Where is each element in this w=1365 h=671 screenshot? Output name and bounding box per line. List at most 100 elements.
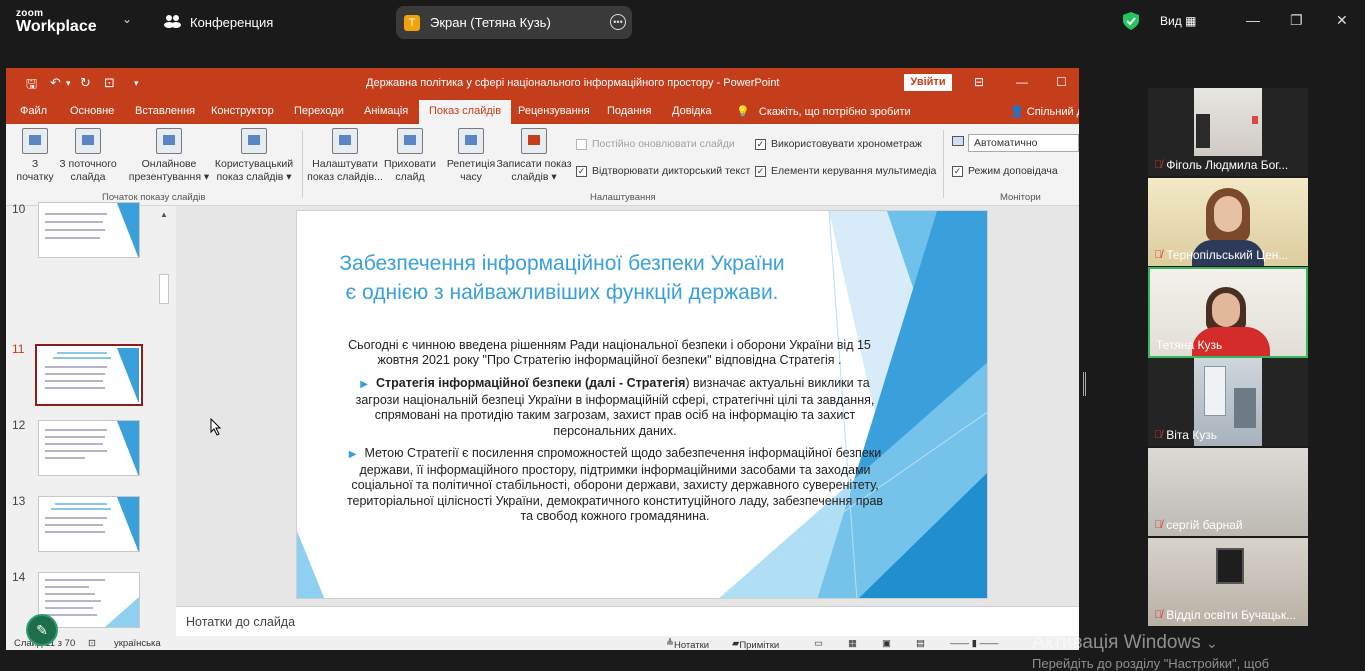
view-menu-button[interactable]: Вид ▦ [1160, 14, 1196, 28]
zoom-slider[interactable]: —— ▮ —— [950, 638, 999, 649]
pen-icon: ✎ [36, 621, 48, 638]
custom-show-button[interactable]: Користувацький показ слайдів ▾ [210, 128, 298, 184]
bullet-1-bold: Стратегія інформаційної безпеки (далі - … [376, 376, 686, 390]
chevron-down-icon[interactable]: ⌄ [122, 12, 132, 26]
signin-button[interactable]: Увійти [904, 74, 952, 91]
thumb-text-line [45, 614, 97, 616]
group-monitors-label: Монітори [1000, 192, 1041, 203]
participant-name: 🎙̸ Тернопільський Цен... [1154, 248, 1304, 262]
rehearse-timings-button[interactable]: Репетиція часу [444, 128, 498, 184]
tab-view[interactable]: Подання [607, 105, 651, 117]
use-timings-checkbox[interactable]: ✓ Використовувати хронометраж [755, 138, 922, 150]
panel-splitter[interactable] [1083, 372, 1086, 396]
participant-tile[interactable]: 🎙̸ Відділ освіти Бучацьк... [1148, 538, 1308, 626]
icon-picture [1216, 548, 1244, 584]
ribbon-separator [943, 130, 944, 198]
tab-insert[interactable]: Вставлення [135, 105, 195, 117]
present-online-label-2: презентування ▾ [128, 171, 210, 183]
comments-toggle[interactable]: ▰ Примітки [732, 638, 779, 650]
notes-toggle[interactable]: ≜ Нотатки [666, 638, 709, 650]
ribbon-display-icon[interactable]: ⊟ [974, 75, 984, 89]
minimize-icon[interactable]: — [1246, 12, 1260, 28]
thumbnail-content [39, 348, 139, 402]
tab-help[interactable]: Довідка [672, 105, 712, 117]
thumb-title-line [57, 352, 107, 354]
present-online-button[interactable]: Онлайнове презентування ▾ [126, 128, 212, 184]
maximize-icon[interactable]: ☐ [1056, 75, 1067, 89]
scrollbar-thumb[interactable] [159, 274, 169, 304]
presenter-view-checkbox[interactable]: ✓ Режим доповідача [952, 165, 1058, 177]
spelling-icon[interactable]: ⊡ [88, 638, 96, 649]
hide-slide-button[interactable]: Приховати слайд [382, 128, 438, 184]
thumbnails-scrollbar[interactable]: ▲ [157, 208, 171, 636]
participant-tile[interactable]: 🎙̸ Тернопільський Цен... [1148, 178, 1308, 266]
participant-video [1194, 88, 1262, 156]
save-icon[interactable]: 🖫 [26, 75, 37, 97]
play-narrations-label: Відтворювати дикторський текст [592, 165, 751, 177]
minimize-icon[interactable]: — [1016, 75, 1028, 89]
participant-figure [1196, 114, 1210, 148]
from-current-label-2: слайда [70, 171, 106, 183]
record-show-button[interactable]: Записати показ слайдів ▾ [496, 128, 572, 184]
setup-show-button[interactable]: Налаштувати показ слайдів... [306, 128, 384, 184]
slide-thumbnail-selected[interactable] [35, 344, 143, 406]
language-indicator[interactable]: українська [114, 638, 161, 649]
customize-toolbar-icon[interactable]: ▾ [134, 78, 139, 89]
annotate-pen-button[interactable]: ✎ [26, 614, 58, 646]
participant-tile[interactable]: 🎙̸ сергій барнай [1148, 448, 1308, 536]
meeting-menu-button[interactable]: Конференция [164, 14, 273, 31]
slideshow-view-icon[interactable]: ▤ [916, 638, 925, 649]
participant-tile-active-speaker[interactable]: Тетяна Кузь [1148, 267, 1308, 358]
close-icon[interactable]: ✕ [1336, 12, 1348, 29]
ribbon-tabs: Файл Основне Вставлення Конструктор Пере… [6, 98, 1079, 124]
share-button[interactable]: 👤 Спільний доступ [1010, 105, 1079, 118]
record-label-2: слайдів ▾ [511, 171, 557, 183]
participant-tile[interactable]: 🎙̸ Фіголь Людмила Бог... [1148, 88, 1308, 176]
tab-review[interactable]: Рецензування [518, 105, 590, 117]
tab-file[interactable]: Файл [20, 105, 47, 117]
mouse-cursor-icon [210, 417, 222, 441]
normal-view-icon[interactable]: ▭ [814, 638, 823, 649]
hide-slide-label-2: слайд [395, 171, 425, 183]
monitor-select[interactable]: Автоматично [968, 134, 1079, 152]
restore-icon[interactable]: ❐ [1290, 12, 1303, 29]
comments-toggle-label: Примітки [739, 640, 780, 650]
security-shield-icon[interactable] [1123, 12, 1139, 30]
ribbon-separator [302, 130, 303, 198]
thumbnail-content [39, 497, 139, 551]
wall-item [1252, 116, 1258, 124]
scroll-up-icon[interactable]: ▲ [160, 210, 168, 219]
media-controls-checkbox[interactable]: ✓ Елементи керування мультимедіа [755, 165, 936, 177]
tab-home[interactable]: Основне [70, 105, 114, 117]
undo-icon[interactable]: ↶ [50, 75, 61, 91]
participant-name: 🎙̸ Відділ освіти Бучацьк... [1154, 608, 1304, 622]
more-options-icon[interactable]: ••• [610, 14, 626, 30]
screen-share-indicator[interactable]: T Экран (Тетяна Кузь) ••• [396, 6, 632, 39]
slide-thumbnail[interactable] [38, 496, 140, 552]
redo-icon[interactable]: ↻ [80, 75, 91, 91]
slide-thumbnail[interactable] [38, 420, 140, 476]
from-beginning-label-1: З [31, 158, 39, 170]
tab-transitions[interactable]: Переходи [294, 105, 344, 117]
thumb-text-line [45, 457, 85, 459]
globe-icon [156, 128, 182, 154]
tell-me-search[interactable]: 💡 Скажіть, що потрібно зробити [736, 105, 911, 118]
slide-sorter-icon[interactable]: ▦ [848, 638, 857, 649]
participant-tile[interactable]: 🎙̸ Віта Кузь [1148, 358, 1308, 446]
current-slide[interactable]: Забезпечення інформаційної безпеки Украї… [296, 210, 988, 599]
tab-slideshow[interactable]: Показ слайдів [419, 100, 512, 124]
notes-pane[interactable]: Нотатки до слайда [176, 606, 1079, 636]
custom-show-label-1: Користувацький [214, 158, 294, 170]
play-narrations-checkbox[interactable]: ✓ Відтворювати дикторський текст [576, 165, 750, 177]
reading-view-icon[interactable]: ▣ [882, 638, 891, 649]
from-beginning-button[interactable]: З початку [14, 128, 56, 184]
slide-thumbnail[interactable] [38, 202, 140, 258]
start-from-beginning-icon[interactable]: ⊡ [104, 75, 115, 91]
slide-intro: Сьогодні є чинною введена рішенням Ради … [348, 338, 871, 367]
tab-design[interactable]: Конструктор [211, 105, 274, 117]
keep-slides-updated-checkbox[interactable]: Постійно оновлювати слайди [576, 138, 735, 150]
participant-name: 🎙̸ сергій барнай [1154, 518, 1304, 532]
from-current-button[interactable]: З поточного слайда [56, 128, 120, 184]
undo-dropdown-icon[interactable]: ▾ [66, 78, 71, 89]
tab-animations[interactable]: Анімація [364, 105, 408, 117]
